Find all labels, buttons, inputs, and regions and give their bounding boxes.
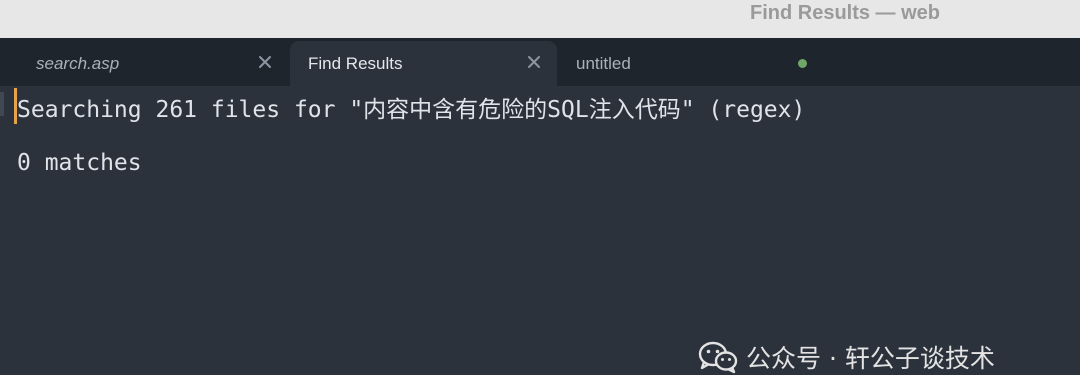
window-title: Find Results — web: [749, 2, 941, 24]
tab-search-asp[interactable]: search.asp: [18, 41, 290, 86]
close-icon[interactable]: [525, 53, 543, 71]
tab-label: search.asp: [36, 54, 120, 73]
editor-pane[interactable]: Searching 261 files for "内容中含有危险的SQL注入代码…: [0, 86, 1080, 374]
search-summary-line: Searching 261 files for "内容中含有危险的SQL注入代码…: [17, 97, 806, 123]
watermark: 公众号 · 轩公子谈技术: [698, 340, 995, 374]
wechat-icon: [698, 341, 738, 374]
tab-label: Find Results: [308, 54, 403, 73]
tab-find-results[interactable]: Find Results: [290, 41, 557, 86]
title-bar: Find Results — web: [0, 0, 1080, 39]
close-icon[interactable]: [256, 53, 274, 71]
unsaved-dot-icon: [798, 59, 807, 68]
tab-label: untitled: [576, 54, 631, 73]
match-count-line: 0 matches: [17, 150, 142, 176]
watermark-text: 公众号 · 轩公子谈技术: [746, 344, 995, 373]
tab-bar: search.asp Find Results untitled: [0, 38, 1080, 86]
tab-untitled[interactable]: untitled: [558, 41, 816, 86]
line-highlight: [0, 92, 4, 116]
